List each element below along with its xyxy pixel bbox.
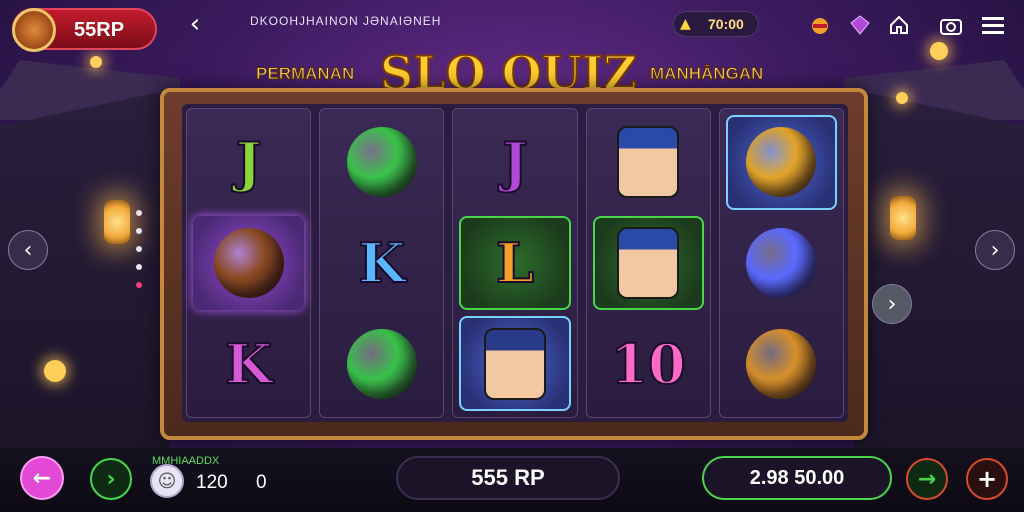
- win-value: 2.98 50.00: [749, 466, 845, 489]
- reel-symbol: [726, 216, 837, 311]
- page-dot[interactable]: [136, 246, 142, 252]
- reel-symbol: [726, 316, 837, 411]
- avatar: [12, 8, 56, 52]
- gem-icon[interactable]: [845, 10, 875, 40]
- symbol-character-icon: [483, 327, 546, 400]
- slot-frame: J K K J L 10: [160, 88, 868, 440]
- symbol-letter: J: [235, 129, 263, 195]
- menu-icon[interactable]: [978, 10, 1008, 40]
- top-bar: 55RP ‹ DKOOHJHAINON JƏNAIƏNEH ▲ 70:00: [0, 0, 1024, 52]
- prev-arrow-button[interactable]: ‹: [8, 230, 48, 270]
- reel-symbol: [592, 215, 704, 311]
- page-dot-active[interactable]: [136, 282, 142, 288]
- reel-symbol: [459, 316, 571, 411]
- symbol-orb-icon: [746, 227, 817, 298]
- lantern-right: [890, 196, 916, 240]
- symbol-orb-icon: [346, 127, 417, 198]
- game-subtitle: DKOOHJHAINON JƏNAIƏNEH: [250, 14, 442, 28]
- lion-icon: ☺: [150, 464, 184, 498]
- bet-value: 120: [196, 472, 228, 493]
- total-display: 555 RP: [396, 456, 620, 500]
- reel-column: JL: [452, 108, 578, 418]
- rp-balance-text: 55RP: [74, 19, 125, 41]
- go-button[interactable]: →: [906, 458, 948, 500]
- back-button[interactable]: ‹: [180, 10, 210, 40]
- symbol-letter: L: [495, 230, 535, 296]
- helmet-icon[interactable]: [805, 10, 835, 40]
- glow-dot: [896, 92, 908, 104]
- page-dot[interactable]: [136, 210, 142, 216]
- symbol-orb-icon: [746, 127, 817, 198]
- reel-column: K: [319, 108, 445, 418]
- reel-symbol: J: [193, 115, 304, 210]
- reel-symbol: [326, 316, 437, 411]
- symbol-letter: K: [357, 230, 406, 296]
- symbol-orb-icon: [346, 328, 417, 399]
- reel-column: 10: [585, 108, 711, 418]
- next-arrow-button[interactable]: ›: [975, 230, 1015, 270]
- back-arrow-button[interactable]: ←: [20, 456, 64, 500]
- symbol-orb-icon: [213, 227, 284, 298]
- reel-symbol: [193, 215, 305, 311]
- bet-extra: 0: [256, 472, 267, 493]
- credit-value: 70:00: [708, 16, 744, 32]
- page-dot[interactable]: [136, 264, 142, 270]
- symbol-character-icon: [617, 126, 680, 199]
- reel-symbol: [593, 115, 704, 210]
- page-dot[interactable]: [136, 228, 142, 234]
- reel-column: JK: [186, 108, 312, 418]
- title-left-text: PERMANAN: [255, 64, 355, 84]
- title-right-text: MANHĀNGAN: [649, 64, 764, 84]
- win-display: 2.98 50.00: [702, 456, 892, 500]
- camera-icon[interactable]: [936, 10, 966, 40]
- reel-symbol: 10: [593, 316, 704, 411]
- glow-dot: [90, 56, 102, 68]
- symbol-letter: 10: [610, 331, 687, 397]
- warning-icon: ▲: [680, 16, 691, 32]
- reel-symbol: K: [193, 316, 304, 411]
- reel-grid: J K K J L 10: [182, 104, 848, 422]
- home-icon[interactable]: [884, 10, 914, 40]
- play-button[interactable]: ›: [90, 458, 132, 500]
- total-value: 555 RP: [471, 465, 545, 490]
- symbol-character-icon: [617, 226, 680, 299]
- page-dots: [136, 210, 144, 288]
- reel-column: [718, 108, 844, 418]
- symbol-letter: J: [501, 129, 529, 195]
- rp-balance-pill[interactable]: 55RP: [12, 8, 157, 52]
- reel-symbol: J: [459, 115, 570, 210]
- symbol-letter: K: [224, 331, 273, 397]
- plus-button[interactable]: +: [966, 458, 1008, 500]
- lantern-left: [104, 200, 130, 244]
- glow-dot: [44, 360, 66, 382]
- reel-symbol: [725, 115, 837, 210]
- reel-symbol: L: [459, 215, 571, 311]
- credit-pill: ▲ 70:00: [673, 11, 759, 37]
- reel-next-button[interactable]: ›: [872, 284, 912, 324]
- reel-symbol: K: [326, 216, 437, 311]
- building-right: [854, 90, 1024, 450]
- building-left: [0, 90, 170, 450]
- symbol-orb-icon: [746, 328, 817, 399]
- reel-symbol: [326, 115, 437, 210]
